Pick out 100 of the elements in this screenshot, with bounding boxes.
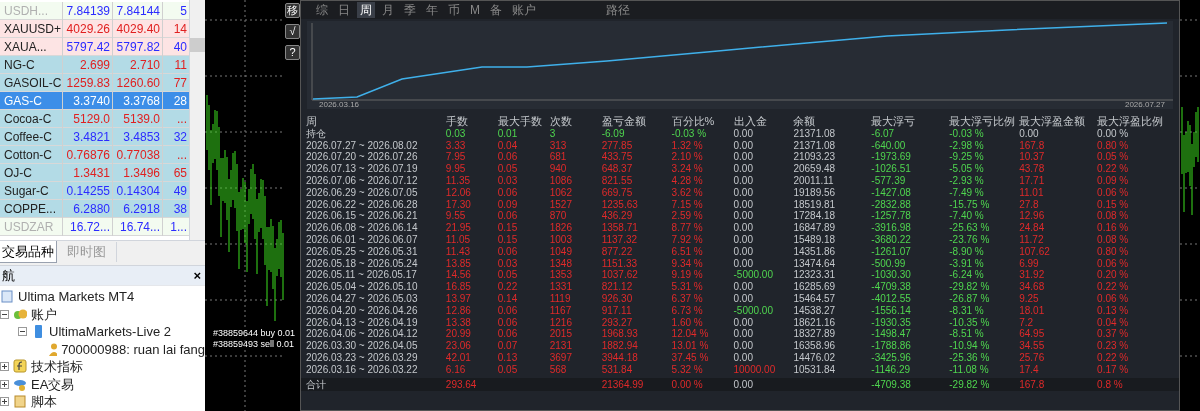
- table-cell-text: 2026.06.08 ~ 2026.06.14: [306, 222, 419, 234]
- tab[interactable]: 综: [313, 2, 331, 18]
- tab[interactable]: 月: [379, 2, 397, 18]
- table-cell-text: 0.00: [733, 292, 754, 305]
- expander-icon[interactable]: [0, 379, 9, 389]
- market-row[interactable]: NG-C 2.699 2.710 11: [0, 56, 189, 74]
- tab[interactable]: 路径: [603, 2, 633, 18]
- column-header: 最大浮盈比例: [1097, 116, 1165, 128]
- axis-label: 2026.07.27: [1124, 101, 1165, 109]
- table-cell-text: 1003: [549, 233, 573, 246]
- table-cell-text: 0.00: [733, 151, 754, 164]
- tree-item[interactable]: 技术指标: [31, 357, 83, 377]
- close-button[interactable]: ×: [191, 269, 203, 282]
- panel-button[interactable]: 移: [285, 3, 300, 18]
- order-label: #38859644 buy 0.01: [213, 328, 296, 339]
- table-cell-text: 0.00: [733, 233, 754, 246]
- market-row[interactable]: XAUUSD+ 4029.26 4029.40 14: [0, 20, 189, 38]
- market-row[interactable]: OJ-C 1.3431 1.3496 65: [0, 164, 189, 182]
- tab[interactable]: 日: [335, 2, 353, 18]
- tab[interactable]: 季: [401, 2, 419, 18]
- expander-icon[interactable]: [0, 397, 9, 407]
- tab[interactable]: 币: [445, 2, 463, 18]
- market-row[interactable]: Cocoa-C 5129.0 5139.0 ...: [0, 110, 189, 128]
- table-cell-text: 9.25: [1019, 292, 1040, 305]
- tree-item[interactable]: Ultima Markets MT4: [18, 287, 135, 307]
- table-cell-text: -6.09: [601, 127, 626, 140]
- expander-icon[interactable]: [0, 309, 9, 319]
- table-cell-text: 1348: [549, 257, 573, 270]
- table-cell-text: 1353: [549, 269, 573, 282]
- table-cell-text: -4709.38: [871, 281, 912, 293]
- tab[interactable]: 年: [423, 2, 441, 18]
- table-cell-text: 0.16 %: [1097, 222, 1130, 234]
- tree-item[interactable]: EA交易: [31, 374, 75, 394]
- symbol: XAUUSD+: [3, 20, 62, 38]
- table-cell-text: 0.09 %: [1097, 175, 1130, 187]
- table-cell-text: 1137.32: [601, 233, 639, 246]
- expander-icon[interactable]: [18, 327, 27, 337]
- table-cell-text: 34.55: [1019, 340, 1046, 352]
- table-cell-text: -577.39: [871, 175, 907, 187]
- tree-item[interactable]: UltimaMarkets-Live 2: [49, 322, 172, 342]
- table-cell-text: 1086: [549, 175, 573, 187]
- table-cell-text: 0.15: [497, 233, 519, 246]
- table-cell-text: 13.38: [445, 316, 472, 329]
- panel-button[interactable]: √: [285, 24, 300, 39]
- column-header: 最大浮亏比例: [949, 116, 1017, 128]
- table-cell-text: -3680.22: [871, 233, 912, 246]
- price-cell: 16.74...: [112, 217, 162, 236]
- tab[interactable]: 账户: [509, 2, 539, 18]
- column-header: 最大浮亏: [871, 116, 917, 128]
- table-cell-text: 0.00: [733, 378, 754, 391]
- table-cell-text: 2026.05.11 ~ 2026.05.17: [306, 269, 418, 282]
- tab[interactable]: 交易品种: [0, 241, 57, 263]
- market-row[interactable]: COPPE... 6.2880 6.2918 38: [0, 200, 189, 218]
- market-row[interactable]: GASOIL-C 1259.83 1260.60 77: [0, 74, 189, 92]
- table-cell-text: 0.06 %: [1097, 292, 1130, 305]
- table-cell-text: 1527: [549, 198, 573, 211]
- market-row[interactable]: USDH... 7.84139 7.84144 5: [0, 2, 189, 20]
- table-cell-text: 926.30: [601, 292, 634, 305]
- symbol: Sugar-C: [3, 182, 50, 200]
- table-cell-text: 9.55: [445, 210, 467, 223]
- tree-item[interactable]: 账户: [31, 304, 57, 324]
- tab[interactable]: 周: [357, 2, 375, 18]
- expander-icon[interactable]: [0, 362, 9, 372]
- table-cell-text: -10.94 %: [949, 340, 991, 352]
- table-cell-text: 167.8: [1019, 139, 1046, 152]
- table-cell-text: 27.8: [1019, 198, 1040, 211]
- table-cell-text: 6.73 %: [671, 304, 704, 317]
- table-cell-text: 17.4: [1019, 363, 1040, 376]
- market-row[interactable]: Cotton-C 0.76876 0.77038 ...: [0, 146, 189, 164]
- table-cell-text: 2.59 %: [671, 210, 704, 223]
- market-row[interactable]: USDZAR 16.72... 16.74... 1...: [0, 218, 189, 236]
- panel-button[interactable]: ?: [285, 45, 300, 60]
- market-row[interactable]: Sugar-C 0.14255 0.14304 49: [0, 182, 189, 200]
- table-cell-text: -5000.00: [733, 269, 774, 282]
- table-cell-text: 0.00: [1019, 127, 1040, 140]
- table-cell-text: 21.95: [445, 222, 472, 234]
- market-row[interactable]: Coffee-C 3.4821 3.4853 32: [0, 128, 189, 146]
- table-cell-text: -10.35 %: [949, 316, 991, 329]
- tree-item[interactable]: 700000988: ruan lai fang: [61, 339, 205, 359]
- table-cell-text: 18327.89: [793, 328, 837, 341]
- table-cell-text: -11.08 %: [949, 363, 990, 376]
- table-cell-text: 17284.18: [793, 210, 837, 223]
- scrollbar[interactable]: [189, 0, 205, 240]
- table-cell-text: 0.00: [733, 175, 754, 187]
- table-cell-text: 11.05: [445, 233, 472, 246]
- table-cell-text: 0.00: [733, 281, 754, 293]
- table-cell-text: 0.06: [497, 245, 519, 258]
- table-cell-text: 2026.04.27 ~ 2026.05.03: [306, 292, 419, 305]
- tab[interactable]: 备: [487, 2, 505, 18]
- tree-item[interactable]: 脚本: [31, 392, 57, 411]
- table-cell-text: 2026.05.25 ~ 2026.05.31: [306, 245, 419, 258]
- table-cell-text: 0.00: [733, 316, 754, 329]
- tab[interactable]: M: [467, 2, 483, 18]
- table-cell-text: 4.28 %: [671, 175, 704, 187]
- table-cell-text: 0.07: [497, 340, 519, 352]
- table-cell-text: -6.07: [871, 127, 896, 140]
- market-row[interactable]: XAUA... 5797.42 5797.82 40: [0, 38, 189, 56]
- symbol: Cotton-C: [3, 146, 54, 164]
- table-cell-text: 17.71: [1019, 175, 1046, 187]
- column-header: 盈亏金额: [601, 116, 647, 128]
